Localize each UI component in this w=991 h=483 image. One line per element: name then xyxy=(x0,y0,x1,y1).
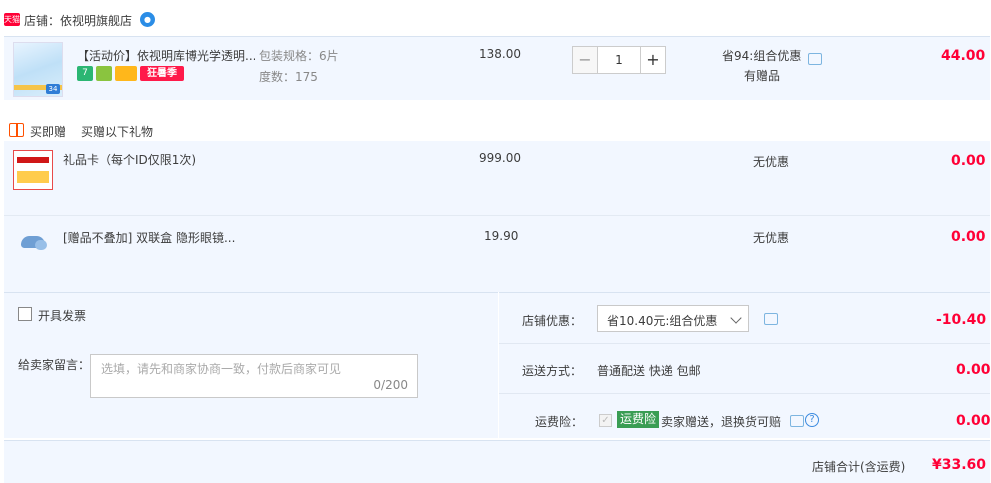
chevron-down-icon xyxy=(730,312,742,324)
unit-price: 138.00 xyxy=(479,47,521,61)
seller-message-box: 0/200 xyxy=(90,354,418,398)
shipping-method-value: 普通配送 快递 包邮 xyxy=(597,364,701,378)
quantity-increase-button[interactable]: + xyxy=(640,46,666,74)
shipping-insurance-desc: 卖家赠送，退换货可赔 xyxy=(661,415,782,429)
gift-note: 有赠品 xyxy=(744,69,781,83)
gift-card-thumbnail[interactable] xyxy=(13,150,53,190)
store-total-amount: ¥33.60 xyxy=(932,457,987,473)
gift-item-promotion: 无优惠 xyxy=(753,231,790,245)
quantity-decrease-button[interactable]: − xyxy=(572,46,598,74)
gift-item-price: 999.00 xyxy=(479,151,521,165)
tmall-badge: 天猫 xyxy=(4,13,20,26)
thumbnail-bar xyxy=(17,171,49,183)
gift-subheader: 买赠以下礼物 xyxy=(81,125,154,139)
summer-sale-tag: 狂暑季 xyxy=(140,66,184,81)
product-spec-package: 包装规格：6片 xyxy=(259,49,339,63)
product-tags: 7 狂暑季 xyxy=(77,66,184,82)
seller-message-label: 给卖家留言： xyxy=(18,358,91,372)
shipping-insurance-tag: 运费险 xyxy=(617,411,660,428)
item-subtotal: 44.00 xyxy=(941,48,986,64)
thumbnail-header xyxy=(17,157,49,163)
product-title[interactable]: 【活动价】依视明库博光学透明... xyxy=(77,47,255,64)
shipping-insurance-amount: 0.00 xyxy=(956,413,991,429)
invoice-checkbox[interactable] xyxy=(18,307,32,321)
divider xyxy=(499,343,990,344)
message-char-count: 0/200 xyxy=(373,378,408,392)
thumbnail-badge: 34 xyxy=(46,84,60,94)
store-total-label: 店铺合计(含运费) xyxy=(812,460,906,474)
help-icon[interactable]: ? xyxy=(805,413,819,427)
gift-item-promotion: 无优惠 xyxy=(753,155,790,169)
quantity-stepper: − + xyxy=(572,46,666,74)
gift-header: 买即赠 xyxy=(30,125,67,139)
shipping-method-label: 运送方式： xyxy=(522,364,583,378)
store-discount-value: 省10.40元:组合优惠 xyxy=(607,314,718,328)
product-thumbnail[interactable]: 34 xyxy=(13,42,63,97)
shop-name[interactable]: 店铺：依视明旗舰店 xyxy=(24,12,132,29)
product-spec-degree: 度数：175 xyxy=(259,70,318,84)
seven-day-return-tag: 7 xyxy=(77,66,93,81)
store-discount-select[interactable]: 省10.40元:组合优惠 xyxy=(597,305,749,332)
credit-card-tag xyxy=(115,66,137,81)
discount-info-icon[interactable] xyxy=(764,313,778,325)
gift-item-price: 19.90 xyxy=(484,229,519,243)
gift-item-subtotal: 0.00 xyxy=(951,229,986,245)
seller-message-input[interactable] xyxy=(91,355,417,397)
store-discount-amount: -10.40 xyxy=(936,312,987,328)
promo-info-icon[interactable] xyxy=(808,53,822,65)
item-promotion: 省94:组合优惠 xyxy=(722,49,802,63)
gift-icon xyxy=(9,123,24,137)
quantity-input[interactable] xyxy=(598,46,640,74)
lens-shape xyxy=(35,240,47,250)
shipping-insurance-label: 运费险： xyxy=(535,415,584,429)
chat-bubble-icon[interactable]: ● xyxy=(140,12,155,27)
gift-item-title[interactable]: [赠品不叠加] 双联盒 隐形眼镜... xyxy=(63,229,235,246)
invoice-label[interactable]: 开具发票 xyxy=(38,307,86,324)
gift-item-subtotal: 0.00 xyxy=(951,153,986,169)
store-discount-label: 店铺优惠： xyxy=(522,314,583,328)
gift-item-row xyxy=(4,216,990,292)
divider xyxy=(499,393,990,394)
insurance-checkbox[interactable]: ✓ xyxy=(599,414,612,427)
tmall-service-tag xyxy=(96,66,112,81)
shipping-amount: 0.00 xyxy=(956,362,991,378)
lens-case-thumbnail[interactable] xyxy=(13,222,53,262)
gift-item-title[interactable]: 礼品卡（每个ID仅限1次) xyxy=(63,151,196,168)
insurance-info-icon[interactable] xyxy=(790,415,804,427)
